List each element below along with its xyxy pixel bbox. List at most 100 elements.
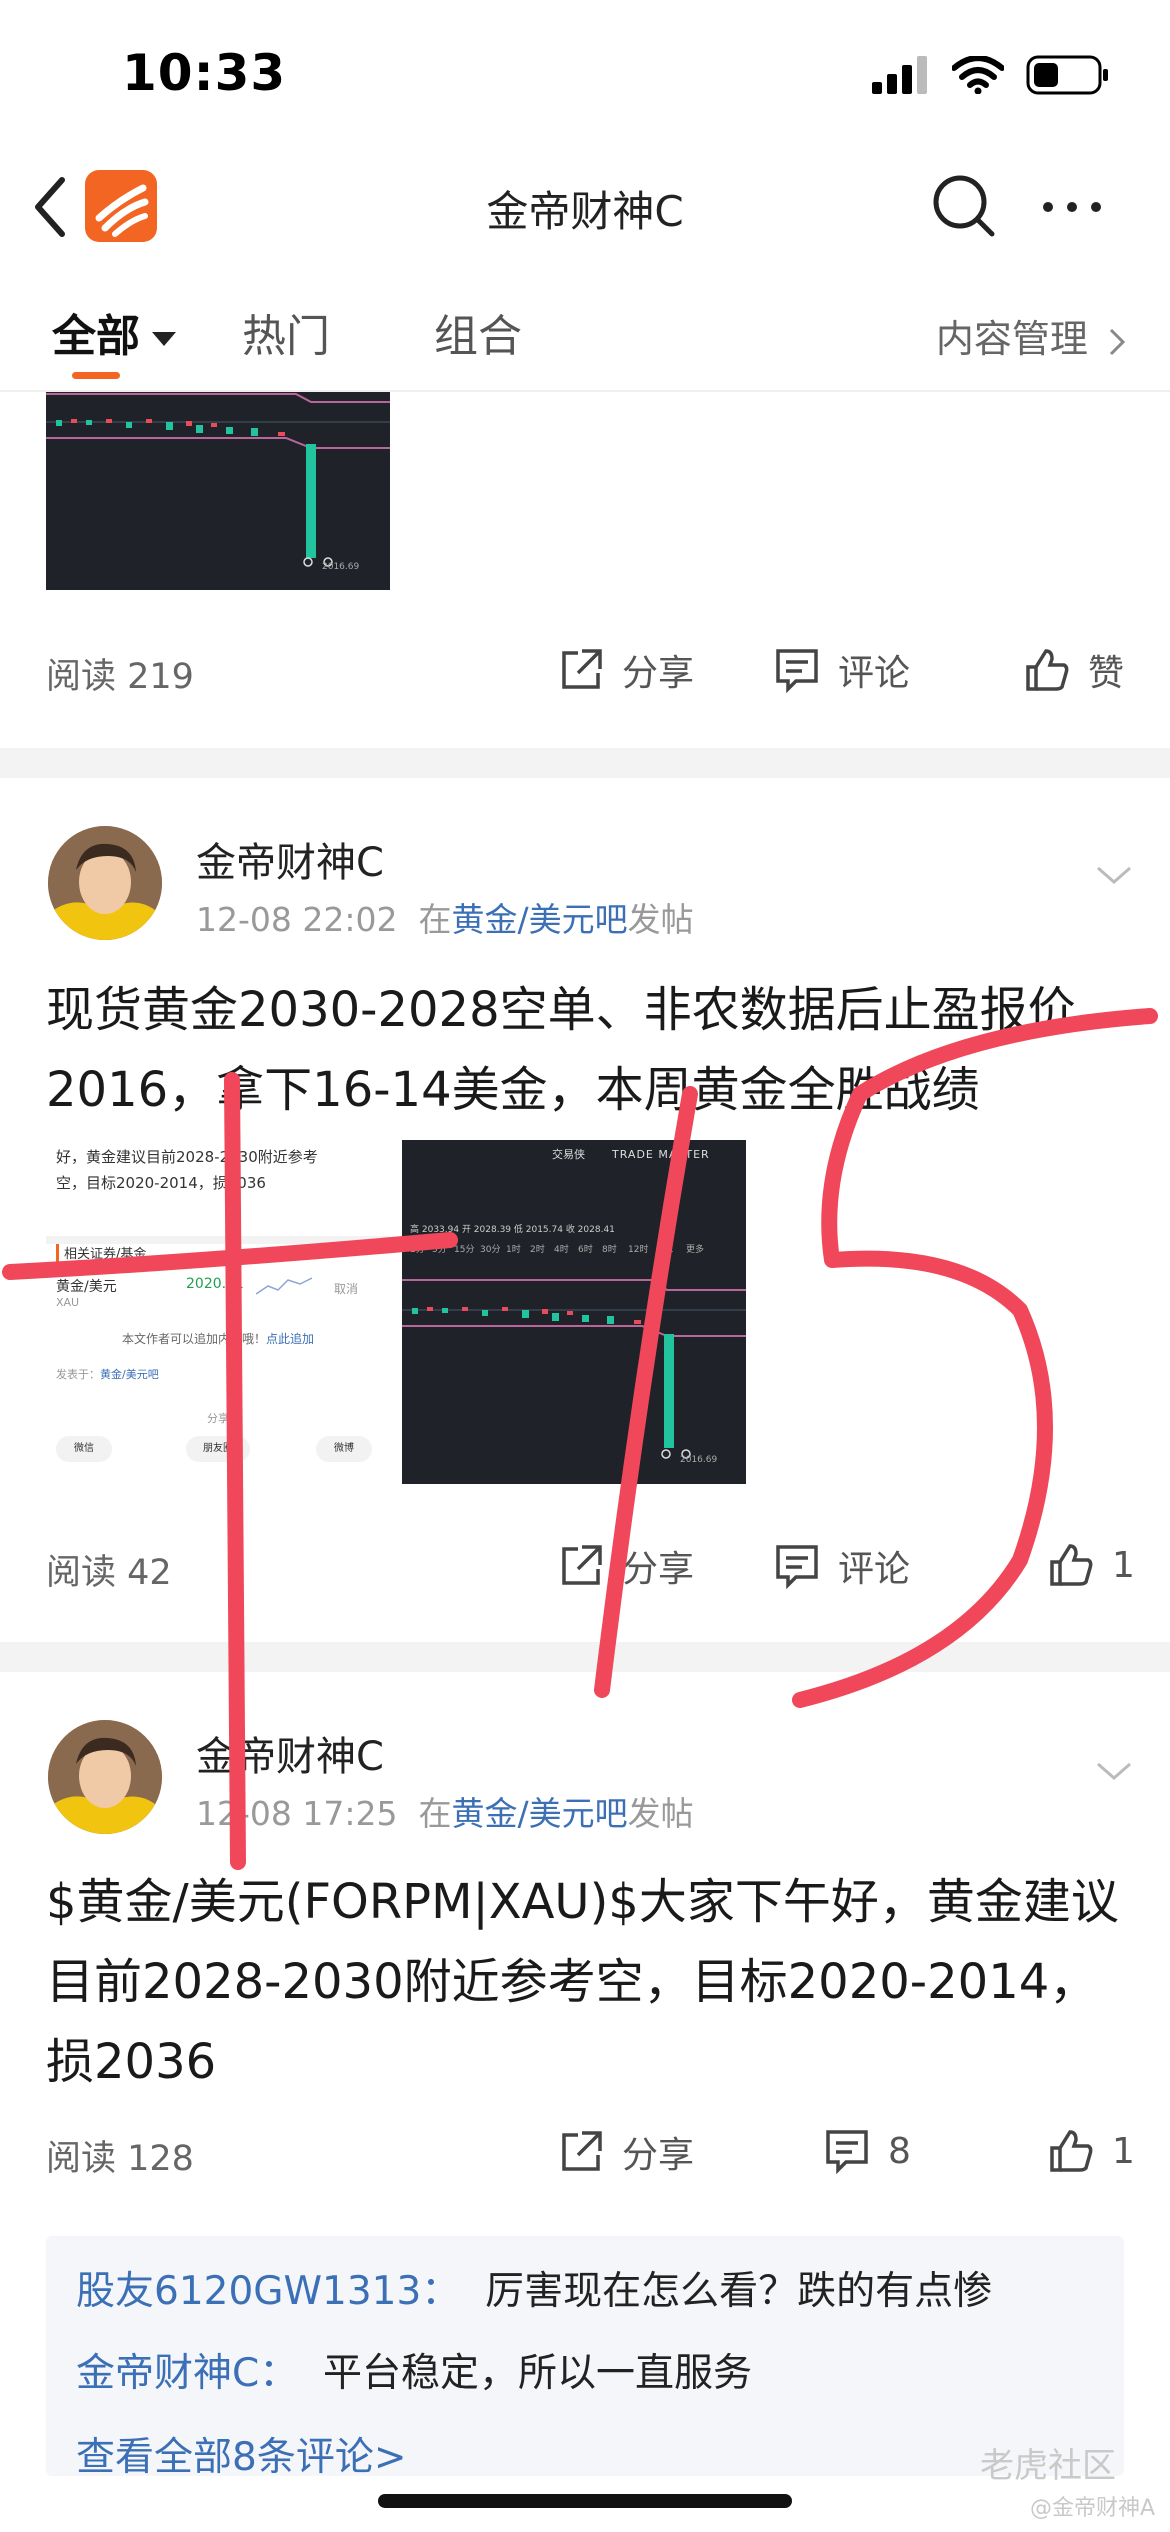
post2-author-name[interactable]: 金帝财神C [196, 830, 384, 888]
post2-doc-image[interactable]: 好，黄金建议目前2028-2030附近参考 空，目标2020-2014，损203… [46, 1140, 390, 1484]
status-bar: 10:33 [0, 0, 1170, 150]
post2-expand-chevron-icon[interactable] [1092, 860, 1136, 890]
tab-hot[interactable]: 热门 [242, 300, 330, 364]
post3-expand-chevron-icon[interactable] [1092, 1756, 1136, 1786]
post2-chart-image[interactable]: 交易侠 TRADE MASTER 高 2033.94 开 2028.39 低 2… [402, 1140, 746, 1484]
doc-note-text: 本文作者可以追加内容哦！ [121, 1332, 266, 1346]
comment-count: 8 [888, 2130, 911, 2172]
post3-in: 在 [418, 1794, 452, 1833]
post1-read-count: 阅读 219 [46, 657, 194, 697]
commenter-name[interactable]: 股友6120GW1313： [76, 2269, 460, 2314]
doc-share-wechat[interactable]: 微信 [56, 1436, 112, 1462]
post1-like-button[interactable]: 赞 [1022, 644, 1124, 696]
doc-posted-forum[interactable]: 黄金/美元吧 [100, 1368, 159, 1381]
svg-text:2016.69: 2016.69 [680, 1455, 717, 1465]
share-icon [562, 1545, 602, 1585]
svg-text:1时: 1时 [506, 1243, 521, 1255]
comment-item: 金帝财神C： 平台稳定，所以一直服务 [76, 2342, 752, 2398]
post3-comment-button[interactable]: 8 [822, 2126, 911, 2176]
feed-divider [0, 748, 1170, 778]
post3-share-button[interactable]: 分享 [556, 2126, 694, 2178]
share-label: 分享 [622, 653, 695, 694]
doc-posted-in: 发表于：黄金/美元吧 [56, 1366, 159, 1382]
post1-share-button[interactable]: 分享 [556, 644, 694, 696]
tab-active-indicator [72, 372, 120, 379]
post2-like-button[interactable]: 1 [1046, 1540, 1135, 1590]
doc-section-title: 相关证券/基金 [64, 1247, 147, 1262]
post2-suffix: 发帖 [627, 900, 694, 939]
svg-text:12时: 12时 [628, 1243, 648, 1255]
post2-comment-button[interactable]: 评论 [772, 1540, 910, 1592]
comment-icon [826, 2130, 868, 2175]
post3-time: 12-08 17:25 [196, 1794, 398, 1833]
doc-line-2: 空，目标2020-2014，损2036 [56, 1174, 266, 1192]
avatar-image [48, 826, 162, 940]
more-icon[interactable] [1040, 192, 1104, 222]
share-icon [562, 2131, 602, 2171]
post2-meta: 12-08 22:02 在黄金/美元吧发帖 [196, 893, 694, 941]
post2-share-button[interactable]: 分享 [556, 1540, 694, 1592]
like-label: 赞 [1088, 653, 1125, 694]
view-all-comments-link[interactable]: 查看全部8条评论> [76, 2426, 407, 2482]
post3-like-button[interactable]: 1 [1046, 2126, 1135, 2176]
cellular-signal-icon [872, 56, 927, 94]
post3-read-count: 阅读 128 [46, 2139, 194, 2179]
tab-all[interactable]: 全部 [52, 300, 176, 364]
doc-asset-name: 黄金/美元 [56, 1279, 117, 1295]
post3-author-name[interactable]: 金帝财神C [196, 1724, 384, 1782]
post3-avatar[interactable] [48, 1720, 162, 1834]
doc-note-link[interactable]: 点此追加 [266, 1332, 314, 1346]
share-label: 分享 [622, 1549, 695, 1590]
battery-icon [1026, 55, 1108, 95]
doc-share-moments[interactable]: 朋友圈 [186, 1436, 250, 1462]
comment-text: 平台稳定，所以一直服务 [323, 2351, 753, 2396]
comment-preview[interactable]: 股友6120GW1313： 厉害现在怎么看？跌的有点惨 金帝财神C： 平台稳定，… [46, 2236, 1124, 2480]
post2-time: 12-08 22:02 [196, 900, 398, 939]
doc-thumb-text: 好，黄金建议目前2028-2030附近参考 空，目标2020-2014，损203… [56, 1144, 318, 1196]
post2-read-count: 阅读 42 [46, 1553, 172, 1593]
doc-share-moments-label: 朋友圈 [203, 1443, 233, 1454]
doc-cancel-button[interactable]: 取消 [334, 1280, 358, 1297]
doc-line-1: 好，黄金建议目前2028-2030附近参考 [56, 1148, 318, 1166]
share-label: 分享 [622, 2135, 695, 2176]
svg-text:5分: 5分 [432, 1244, 447, 1255]
content-manage-link[interactable]: 内容管理 [936, 308, 1128, 363]
svg-text:15分: 15分 [454, 1244, 474, 1255]
post2-avatar[interactable] [48, 826, 162, 940]
doc-sparkline [256, 1277, 312, 1295]
status-icons [872, 55, 1110, 95]
doc-share-weibo-label: 微博 [334, 1443, 354, 1454]
svg-text:更多: 更多 [686, 1243, 704, 1255]
watermark-handle: @金帝财神A [1030, 2496, 1156, 2521]
post2-forum-link[interactable]: 黄金/美元吧 [451, 900, 627, 939]
post1-chart-image[interactable]: 2016.69 [46, 392, 390, 590]
commenter-name[interactable]: 金帝财神C： [76, 2351, 298, 2396]
thumbs-up-icon [1050, 1544, 1093, 1586]
comment-item: 股友6120GW1313： 厉害现在怎么看？跌的有点惨 [76, 2260, 992, 2316]
like-count: 1 [1112, 2130, 1135, 2172]
post1-comment-button[interactable]: 评论 [772, 644, 910, 696]
doc-section-marker [56, 1244, 59, 1262]
tab-portfolio[interactable]: 组合 [434, 300, 522, 364]
svg-text:4时: 4时 [554, 1243, 569, 1255]
post3-text[interactable]: $黄金/美元(FORPM|XAU)$大家下午好，黄金建议目前2028-2030附… [46, 1862, 1136, 2102]
post1-action-row: 阅读 219 分享 评论 赞 [0, 640, 1170, 710]
svg-text:2016.69: 2016.69 [322, 562, 359, 572]
nav-bar: 金帝财神C [0, 150, 1170, 265]
doc-share-weibo[interactable]: 微博 [316, 1436, 372, 1462]
post2-text[interactable]: 现货黄金2030-2028空单、非农数据后止盈报价2016，拿下16-14美金，… [46, 970, 1136, 1130]
svg-text:TRADE MASTER: TRADE MASTER [611, 1148, 710, 1161]
doc-note: 本文作者可以追加内容哦！点此追加 [46, 1330, 390, 1347]
doc-asset-price: 2020.91 [186, 1276, 244, 1292]
doc-asset-code: XAU [56, 1296, 80, 1309]
feed-divider [0, 1642, 1170, 1672]
watermark: 老虎社区 [980, 2438, 1116, 2487]
timeframe-row: 1分 5分 15分 30分 1时 2时 4时 6时 8时 12时 月K 更多 [410, 1243, 704, 1255]
search-icon[interactable] [928, 170, 1000, 242]
svg-text:高 2033.94 开 2028.39 低 2015.7: 高 2033.94 开 2028.39 低 2015.74 收 2028.41 [410, 1223, 615, 1235]
comment-text: 厉害现在怎么看？跌的有点惨 [485, 2269, 993, 2314]
doc-share-title: 分享 [207, 1412, 229, 1425]
post3-forum-link[interactable]: 黄金/美元吧 [451, 1794, 627, 1833]
comment-label: 评论 [838, 653, 911, 694]
svg-text:1分: 1分 [410, 1244, 425, 1255]
